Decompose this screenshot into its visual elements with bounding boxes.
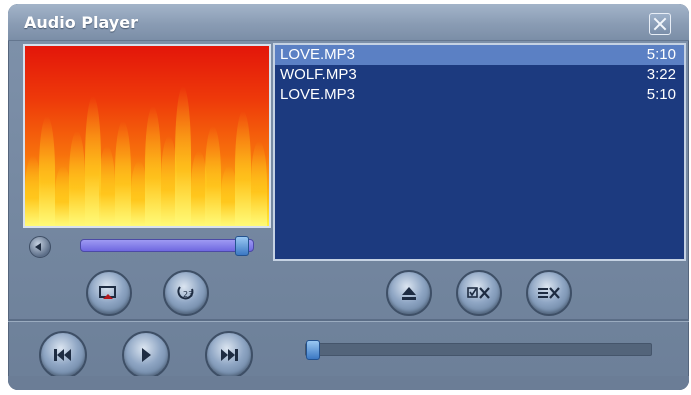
- flame-decoration: [175, 86, 191, 226]
- clear-list-button[interactable]: [526, 270, 572, 316]
- remove-selected-icon: [458, 272, 500, 314]
- close-button[interactable]: [649, 13, 671, 35]
- repeat-icon: [88, 272, 130, 314]
- controls-divider: [8, 319, 689, 322]
- track-duration: 5:10: [646, 86, 676, 103]
- repeat-button[interactable]: [86, 270, 132, 316]
- clear-list-icon: [528, 272, 570, 314]
- previous-track-button[interactable]: [39, 331, 87, 379]
- play-icon: [124, 333, 168, 377]
- shuffle-button[interactable]: 23: [163, 270, 209, 316]
- play-button[interactable]: [122, 331, 170, 379]
- flame-decoration: [251, 141, 267, 226]
- track-name: WOLF.MP3: [280, 66, 357, 83]
- eject-button[interactable]: [386, 270, 432, 316]
- next-track-button[interactable]: [205, 331, 253, 379]
- track-name: LOVE.MP3: [280, 46, 356, 63]
- flame-decoration: [205, 126, 221, 226]
- flame-decoration: [235, 111, 251, 226]
- eject-icon: [388, 272, 430, 314]
- volume-slider[interactable]: [80, 236, 254, 256]
- flame-decoration: [69, 131, 85, 226]
- seek-slider-thumb[interactable]: [306, 340, 320, 360]
- track-duration: 5:10: [646, 46, 676, 63]
- flame-decoration: [115, 121, 131, 226]
- flame-decoration: [39, 116, 55, 226]
- volume-slider-thumb[interactable]: [235, 236, 249, 256]
- remove-selected-button[interactable]: [456, 270, 502, 316]
- flame-decoration: [99, 146, 115, 226]
- shuffle-icon: 23: [165, 272, 207, 314]
- playlist-row[interactable]: LOVE.MP3 5:10: [275, 85, 684, 105]
- visualization-display: [23, 44, 271, 228]
- window-title: Audio Player: [24, 13, 138, 32]
- audio-player-window: Audio Player LOVE.MP3 5:10 WOLF.MP3 3:22 LOV…: [8, 4, 689, 390]
- title-bar[interactable]: Audio Player: [8, 4, 689, 41]
- playlist[interactable]: LOVE.MP3 5:10 WOLF.MP3 3:22 LOVE.MP3 5:10: [273, 43, 686, 261]
- track-duration: 3:22: [646, 66, 676, 83]
- next-track-icon: [207, 333, 251, 377]
- seek-slider[interactable]: [305, 340, 652, 360]
- previous-track-icon: [41, 333, 85, 377]
- track-name: LOVE.MP3: [280, 86, 356, 103]
- flame-decoration: [145, 106, 161, 226]
- playlist-row[interactable]: LOVE.MP3 5:10: [275, 45, 684, 65]
- volume-icon[interactable]: [29, 236, 51, 258]
- bottom-edge: [8, 376, 689, 390]
- svg-text:23: 23: [183, 290, 193, 299]
- playlist-row[interactable]: WOLF.MP3 3:22: [275, 65, 684, 85]
